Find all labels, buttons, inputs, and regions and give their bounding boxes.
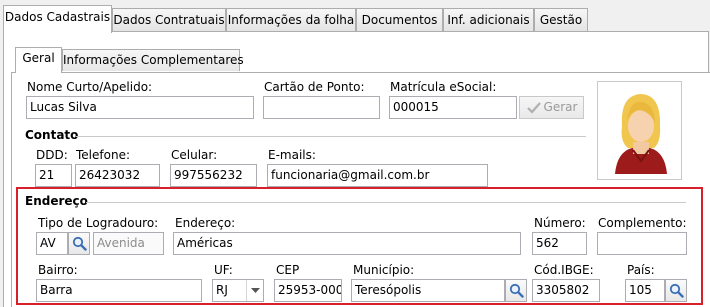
employee-photo[interactable]: [597, 81, 682, 180]
ddd-label: DDD:: [36, 148, 68, 162]
complemento-input[interactable]: [597, 232, 687, 255]
tab-label: Informações Complementares: [63, 53, 244, 67]
bairro-label: Bairro:: [38, 263, 78, 277]
avatar-photo: [615, 94, 667, 174]
tab-informacoes-complementares[interactable]: Informações Complementares: [62, 49, 244, 71]
cep-input[interactable]: 25953-000: [274, 279, 342, 302]
tab-label: Documentos: [361, 13, 438, 27]
cartao-ponto-label: Cartão de Ponto:: [264, 80, 365, 94]
numero-input[interactable]: 562: [532, 232, 587, 255]
tab-label: Dados Contratuais: [113, 13, 225, 27]
endereco-label: Endereço:: [175, 216, 236, 230]
tab-documentos[interactable]: Documentos: [356, 8, 443, 32]
cep-label: CEP: [276, 263, 300, 277]
tab-informacoes-folha[interactable]: Informações da folha: [226, 8, 356, 32]
search-icon: [72, 236, 87, 251]
tab-label: Gestão: [539, 13, 583, 27]
contato-section-title: Contato: [25, 128, 79, 142]
complemento-label: Complemento:: [598, 216, 687, 230]
uf-value: RJ: [216, 283, 228, 297]
uf-label: UF:: [214, 263, 233, 277]
chevron-down-icon: [251, 288, 260, 293]
matricula-esocial-input[interactable]: 000015: [389, 96, 517, 119]
tipo-logradouro-code-input[interactable]: AV: [36, 232, 68, 255]
telefone-label: Telefone:: [76, 148, 130, 162]
nome-curto-label: Nome Curto/Apelido:: [27, 80, 153, 94]
tab-inf-adicionais[interactable]: Inf. adicionais: [443, 8, 534, 32]
celular-label: Celular:: [171, 148, 218, 162]
pais-search-button[interactable]: [665, 279, 687, 302]
tab-gestao[interactable]: Gestão: [534, 8, 588, 32]
ddd-input[interactable]: 21: [35, 164, 72, 187]
tab-dados-contratuais[interactable]: Dados Contratuais: [112, 8, 226, 32]
uf-dropdown-arrow[interactable]: [246, 280, 263, 301]
numero-label: Número:: [534, 216, 586, 230]
cod-ibge-input[interactable]: 3305802: [532, 279, 600, 302]
cartao-ponto-input[interactable]: [263, 96, 380, 119]
endereco-divider: [86, 202, 686, 203]
tipo-logradouro-desc-field: Avenida: [93, 232, 164, 255]
endereco-input[interactable]: Américas: [173, 232, 521, 255]
tab-geral[interactable]: Geral: [15, 47, 62, 73]
contato-divider: [76, 136, 586, 137]
gerar-button[interactable]: Gerar: [519, 96, 584, 119]
tipo-logradouro-label: Tipo de Logradouro:: [38, 216, 159, 230]
pais-input[interactable]: 105: [625, 279, 665, 302]
tab-label: Inf. adicionais: [447, 13, 530, 27]
nome-curto-input[interactable]: Lucas Silva: [26, 96, 254, 119]
pais-label: País:: [627, 263, 655, 277]
tab-dados-cadastrais[interactable]: Dados Cadastrais: [3, 5, 112, 33]
emails-label: E-mails:: [268, 148, 316, 162]
tab-label: Dados Cadastrais: [4, 10, 111, 24]
municipio-search-button[interactable]: [505, 279, 527, 302]
endereco-section-title: Endereço: [25, 194, 88, 208]
gerar-label: Gerar: [543, 100, 578, 114]
tipo-logradouro-search-button[interactable]: [68, 232, 90, 255]
municipio-label: Município:: [353, 263, 415, 277]
municipio-input[interactable]: Teresópolis: [351, 279, 505, 302]
celular-input[interactable]: 997556232: [170, 164, 257, 187]
uf-select[interactable]: RJ: [212, 279, 264, 302]
bairro-input[interactable]: Barra: [36, 279, 202, 302]
telefone-input[interactable]: 26423032: [75, 164, 160, 187]
search-icon: [509, 283, 524, 298]
tab-label: Informações da folha: [227, 13, 355, 27]
check-icon: [527, 102, 541, 114]
search-icon: [669, 283, 684, 298]
tab-label: Geral: [22, 51, 55, 65]
matricula-esocial-label: Matrícula eSocial:: [390, 80, 497, 94]
cod-ibge-label: Cód.IBGE:: [534, 263, 594, 277]
emails-input[interactable]: funcionaria@gmail.com.br: [267, 164, 488, 187]
top-tab-strip: Dados Cadastrais Dados Contratuais Infor…: [0, 0, 710, 33]
